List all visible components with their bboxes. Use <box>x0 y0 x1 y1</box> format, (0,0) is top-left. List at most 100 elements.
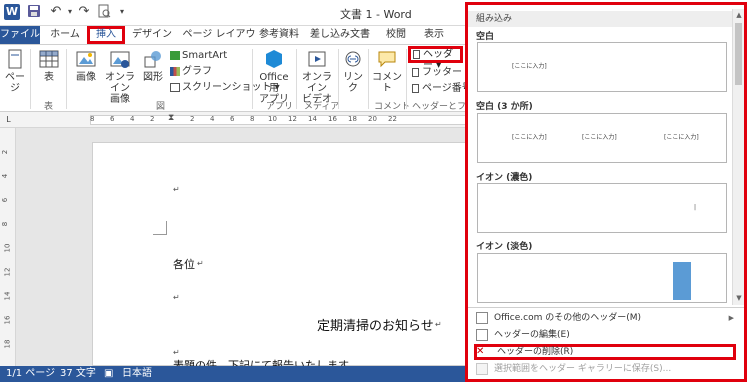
office-apps-button[interactable]: Office 用 アプリ <box>254 49 294 105</box>
smartart-icon <box>170 50 180 60</box>
status-page[interactable]: 1/1 ページ <box>6 366 55 382</box>
header-gallery-dropdown: 組み込み 空白 [ここに入力] 空白 (3 か所) [ここに入力] [ここに入力… <box>465 2 747 382</box>
vruler-number: 10 <box>3 243 12 253</box>
tab-file[interactable]: ファイル <box>0 26 40 44</box>
office-apps-label-1: Office 用 <box>259 72 289 94</box>
table-group-label: 表 <box>44 102 54 112</box>
chart-label: グラフ <box>182 66 212 77</box>
vruler-number: 2 <box>1 149 10 155</box>
footer-button[interactable]: フッター ▾ <box>412 67 470 78</box>
ruler-number: 6 <box>230 115 235 123</box>
page-number-mark: | <box>694 204 697 211</box>
placeholder-text: [ここに入力] <box>582 134 617 141</box>
edit-header-icon <box>476 329 488 341</box>
comment-label: コメント <box>372 72 402 94</box>
tab-page-layout[interactable]: ページ レイアウト <box>180 26 258 58</box>
gallery-section-title: 組み込み <box>468 11 732 27</box>
word-logo: W <box>4 4 20 20</box>
status-language[interactable]: 日本語 <box>122 366 152 382</box>
ruler-number: 10 <box>268 115 277 123</box>
tab-mailings[interactable]: 差し込み文書 <box>310 26 370 44</box>
tab-selector-icon[interactable]: L <box>3 114 14 125</box>
paragraph-mark: ↵ <box>173 348 180 357</box>
scroll-up-icon[interactable]: ▲ <box>734 10 744 20</box>
group-separator <box>252 49 253 109</box>
doc-salutation[interactable]: 各位 <box>173 256 195 272</box>
tab-design[interactable]: デザイン <box>132 26 172 44</box>
menu-more-headers[interactable]: Office.com のその他のヘッダー(M) ▶ <box>474 310 736 326</box>
tab-references[interactable]: 参考資料 <box>256 26 302 44</box>
comment-button[interactable]: コメント <box>370 49 404 94</box>
tab-view[interactable]: 表示 <box>418 26 450 44</box>
doc-heading[interactable]: 定期清掃のお知らせ <box>317 315 434 334</box>
gallery-item-blank-three[interactable]: [ここに入力] [ここに入力] [ここに入力] <box>477 113 727 163</box>
ruler-number: 6 <box>110 115 115 123</box>
page-button[interactable]: ページ <box>2 49 28 94</box>
page-label: ページ <box>5 72 25 94</box>
vruler-number: 14 <box>3 291 12 301</box>
footer-label: フッター <box>422 67 462 78</box>
print-preview-icon[interactable] <box>96 4 112 20</box>
ruler-track[interactable] <box>90 115 470 125</box>
save-icon[interactable] <box>26 4 42 20</box>
scrollbar-thumb[interactable] <box>735 23 742 85</box>
gallery-scrollbar[interactable]: ▲ ▼ <box>732 9 744 305</box>
picture-button[interactable]: 画像 <box>72 49 100 83</box>
gallery-menu: Office.com のその他のヘッダー(M) ▶ ヘッダーの編集(E) ✕ ヘ… <box>468 307 744 379</box>
tab-home[interactable]: ホーム <box>48 26 82 44</box>
customize-icon[interactable]: ▾ <box>114 4 130 20</box>
proofing-icon[interactable]: ▣ <box>104 366 113 382</box>
shapes-label: 図形 <box>143 72 163 83</box>
page-number-button[interactable]: ページ番号 <box>412 83 472 94</box>
shapes-button[interactable]: 図形 <box>140 49 166 83</box>
ruler-number: 14 <box>308 115 317 123</box>
tab-insert[interactable]: 挿入 <box>87 26 125 44</box>
online-picture-button[interactable]: オンライン 画像 <box>102 49 138 105</box>
vruler-number: 18 <box>3 339 12 349</box>
redo-icon[interactable]: ↷ <box>76 4 92 20</box>
chart-icon <box>170 66 180 76</box>
menu-edit-header-label: ヘッダーの編集(E) <box>494 330 570 340</box>
figure-group-label: 図 <box>156 102 166 112</box>
ruler-number: 12 <box>288 115 297 123</box>
indent-marker-icon[interactable]: ⧗ <box>168 113 174 123</box>
vruler-number: 8 <box>1 221 10 227</box>
gallery-item-blank[interactable]: [ここに入力] <box>477 42 727 92</box>
group-separator <box>66 49 67 109</box>
group-separator <box>406 49 407 109</box>
gallery-item-ion-dark[interactable]: | <box>477 183 727 233</box>
picture-label: 画像 <box>76 72 96 83</box>
link-button[interactable]: リンク <box>340 49 366 94</box>
tab-review[interactable]: 校閲 <box>380 26 412 44</box>
ruler-number: 16 <box>328 115 337 123</box>
gallery-item-label: 空白 (3 か所) <box>476 102 533 112</box>
scroll-down-icon[interactable]: ▼ <box>734 293 744 303</box>
menu-remove-header[interactable]: ✕ ヘッダーの削除(R) <box>474 344 736 360</box>
footer-icon <box>412 67 419 77</box>
ruler-number: 8 <box>250 115 255 123</box>
online-picture-label-2: 画像 <box>110 94 130 105</box>
status-words[interactable]: 37 文字 <box>60 366 96 382</box>
ruler-number: 20 <box>368 115 377 123</box>
smartart-label: SmartArt <box>182 50 228 61</box>
link-label: リンク <box>343 72 363 94</box>
menu-edit-header[interactable]: ヘッダーの編集(E) <box>474 327 736 343</box>
menu-save-selection[interactable]: 選択範囲をヘッダー ギャラリーに保存(S)... <box>474 361 736 377</box>
smartart-button[interactable]: SmartArt <box>170 50 227 61</box>
online-video-button[interactable]: オンライン ビデオ <box>298 49 336 105</box>
screenshot-icon <box>170 82 180 92</box>
chart-button[interactable]: グラフ <box>170 66 212 77</box>
header-icon <box>413 50 420 59</box>
remove-header-icon: ✕ <box>476 346 485 357</box>
group-separator <box>296 49 297 109</box>
gallery-item-ion-light[interactable] <box>477 253 727 303</box>
office-page-icon <box>476 312 488 324</box>
placeholder-text: [ここに入力] <box>664 134 699 141</box>
ruler-number: 2 <box>190 115 195 123</box>
placeholder-text: [ここに入力] <box>512 63 547 70</box>
paragraph-mark: ↵ <box>197 259 204 268</box>
ruler-number: 22 <box>388 115 397 123</box>
paragraph-mark: ↵ <box>435 320 442 329</box>
table-button[interactable]: 表 <box>36 49 62 83</box>
header-button[interactable]: ヘッダー ▾ <box>408 46 463 71</box>
